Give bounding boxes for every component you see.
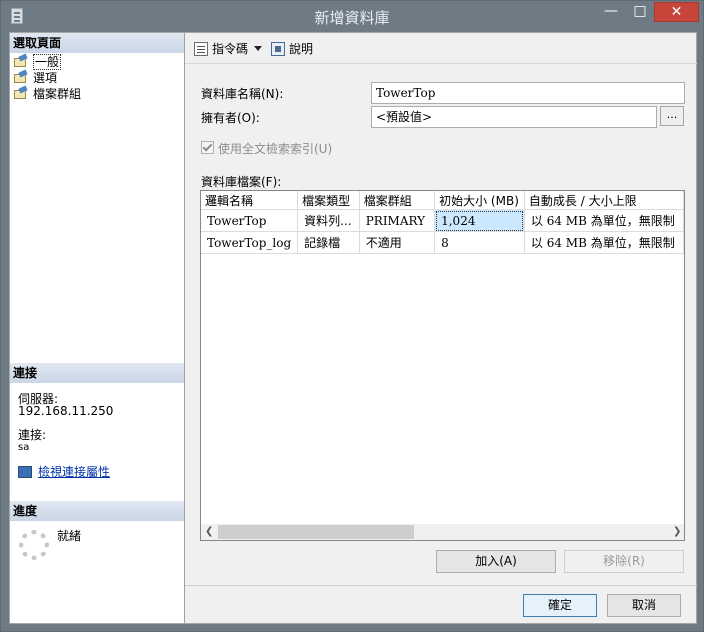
column-header[interactable]: 邏輯名稱 [201,191,299,210]
table-cell[interactable]: 以 64 MB 為單位，無限制 [524,231,685,254]
properties-icon [18,466,32,478]
select-page-header: 選取頁面 [10,33,184,53]
cancel-button[interactable]: 取消 [607,594,681,617]
table-cell[interactable]: 記錄檔 [297,231,360,254]
db-name-input[interactable]: TowerTop [371,82,685,104]
table-cell[interactable]: 8 [434,231,525,254]
help-icon [271,42,285,56]
script-button[interactable]: 指令碼 [194,41,263,57]
table-cell[interactable]: TowerTop [201,209,299,232]
page-item-label: 一般 [33,54,62,70]
add-button[interactable]: 加入(A) [436,550,556,573]
owner-browse-button[interactable]: ... [660,106,684,126]
help-label: 說明 [289,42,314,56]
page-item-label: 檔案群組 [33,87,82,101]
dialog-window: 新增資料庫 — □ ✕ 選取頁面 一般 選項 檔案群組 連接 伺服器: 192.… [0,0,704,632]
server-value: 192.168.11.250 [18,404,114,418]
progress-header: 進度 [10,501,184,521]
column-header[interactable]: 自動成長 / 大小上限 [524,191,685,210]
title-bar[interactable]: 新增資料庫 — □ ✕ [1,1,703,32]
connection-label: 連接: [18,428,47,442]
scroll-thumb[interactable] [218,525,414,539]
page-item-label: 選項 [33,71,58,85]
help-button[interactable]: 說明 [271,41,313,57]
ok-button[interactable]: 確定 [523,594,597,617]
table-cell[interactable]: TowerTop_log [201,231,299,254]
remove-button[interactable]: 移除(R) [564,550,684,573]
table-row[interactable]: TowerTop 資料列... PRIMARY 1,024 以 64 MB 為單… [201,209,685,232]
db-name-label: 資料庫名稱(N): [201,87,284,101]
table-cell[interactable]: PRIMARY [359,209,436,232]
footer-divider [185,585,697,586]
toolbar: 指令碼 說明 [185,33,697,64]
table-row[interactable]: TowerTop_log 記錄檔 不適用 8 以 64 MB 為單位，無限制 [201,231,685,254]
owner-label: 擁有者(O): [201,111,260,125]
scroll-left-icon[interactable]: ❮ [205,526,213,537]
page-item-options[interactable]: 選項 [13,70,57,86]
table-cell-selected[interactable]: 1,024 [434,209,525,232]
left-pane: 選取頁面 一般 選項 檔案群組 連接 伺服器: 192.168.11.250 連… [10,33,185,623]
page-icon [13,87,29,100]
view-connection-properties-link[interactable]: 檢視連接屬性 [18,463,110,480]
column-header[interactable]: 初始大小 (MB) [434,191,525,210]
close-button[interactable]: ✕ [654,2,699,22]
dialog-client: 選取頁面 一般 選項 檔案群組 連接 伺服器: 192.168.11.250 連… [9,32,697,624]
progress-status: 就緒 [57,529,82,543]
chevron-down-icon[interactable] [254,46,263,51]
script-icon [194,42,208,56]
checkbox-icon [201,141,214,154]
table-cell[interactable]: 資料列... [297,209,360,232]
connection-header: 連接 [10,363,184,383]
page-icon [13,71,29,84]
page-icon [13,55,29,68]
connection-value: sa [18,442,30,453]
page-item-general[interactable]: 一般 [13,54,62,70]
column-header[interactable]: 檔案類型 [297,191,360,210]
script-label: 指令碼 [212,42,249,56]
fulltext-checkbox[interactable]: 使用全文檢索索引(U) [201,140,332,157]
table-cell[interactable]: 以 64 MB 為單位，無限制 [524,209,685,232]
link-label: 檢視連接屬性 [38,465,111,479]
db-files-grid[interactable]: 邏輯名稱 檔案類型 檔案群組 初始大小 (MB) 自動成長 / 大小上限 Tow… [200,190,685,541]
owner-input[interactable]: <預設值> [371,106,657,128]
table-cell[interactable]: 不適用 [359,231,436,254]
minimize-button[interactable]: — [597,2,625,22]
main-pane: 指令碼 說明 資料庫名稱(N): TowerTop 擁有者(O): <預設值> … [185,33,697,623]
page-item-filegroups[interactable]: 檔案群組 [13,86,81,102]
grid-header-row: 邏輯名稱 檔案類型 檔案群組 初始大小 (MB) 自動成長 / 大小上限 [201,191,685,210]
scroll-right-icon[interactable]: ❯ [673,526,681,537]
fulltext-label: 使用全文檢索索引(U) [218,142,333,156]
column-header[interactable]: 檔案群組 [359,191,436,210]
db-files-label: 資料庫檔案(F): [201,175,282,189]
progress-spinner-icon [19,530,49,560]
maximize-button[interactable]: □ [627,2,653,22]
horizontal-scrollbar[interactable]: ❮ ❯ [201,524,684,540]
